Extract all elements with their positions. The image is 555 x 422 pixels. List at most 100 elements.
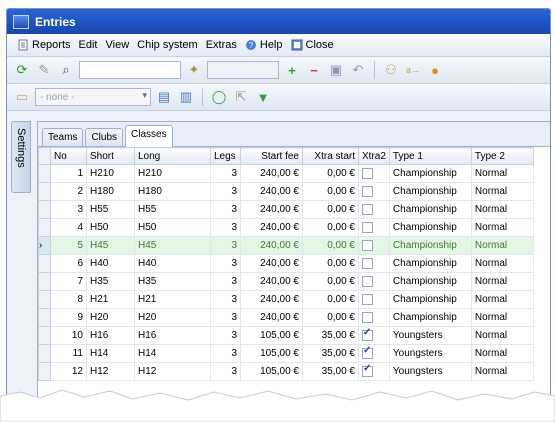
cell-legs[interactable]: 3: [210, 200, 241, 219]
xtra2-checkbox-cell[interactable]: [358, 344, 390, 363]
cell-short[interactable]: H45: [86, 236, 135, 255]
cell-legs[interactable]: 3: [210, 164, 241, 183]
cell-legs[interactable]: 3: [210, 362, 241, 381]
xtra2-checkbox-cell[interactable]: [358, 236, 390, 255]
row-selector[interactable]: [38, 290, 51, 309]
column-header[interactable]: Xtra2: [358, 147, 390, 165]
cell-no[interactable]: 8: [50, 290, 87, 309]
cell-short[interactable]: H210: [86, 164, 135, 183]
cell-xtra[interactable]: 35,00 €: [302, 326, 359, 345]
table-row[interactable]: 11H14H143105,00 €35,00 €YoungstersNormal: [38, 344, 534, 363]
cell-type2[interactable]: Normal: [470, 182, 534, 201]
cell-type1[interactable]: Championship: [388, 164, 472, 183]
cell-xtra[interactable]: 0,00 €: [302, 308, 359, 327]
cell-type2[interactable]: Normal: [470, 236, 534, 255]
cell-xtra[interactable]: 0,00 €: [302, 218, 359, 237]
column-header[interactable]: Type 2: [470, 147, 534, 165]
cell-type2[interactable]: Normal: [470, 326, 534, 345]
column-header[interactable]: No: [50, 147, 87, 165]
cell-xtra[interactable]: 0,00 €: [302, 164, 359, 183]
sort-icon[interactable]: a→: [404, 61, 422, 79]
cell-fee[interactable]: 240,00 €: [240, 236, 303, 255]
menu-extras[interactable]: Extras: [202, 39, 241, 51]
cell-xtra[interactable]: 0,00 €: [302, 254, 359, 273]
column-header[interactable]: Xtra start: [302, 147, 359, 165]
cell-fee[interactable]: 240,00 €: [240, 254, 303, 273]
xtra2-checkbox[interactable]: [362, 293, 373, 305]
cell-xtra[interactable]: 0,00 €: [302, 272, 359, 291]
table-row[interactable]: 8 H21 H21 3 240,00 €0,00 € Championship Normal: [38, 290, 534, 309]
title-bar[interactable]: Entries: [7, 9, 550, 34]
xtra2-checkbox[interactable]: [362, 185, 373, 197]
menu-help[interactable]: ? Help: [241, 39, 287, 51]
cell-legs[interactable]: 3: [210, 344, 241, 363]
cell-legs[interactable]: 3: [210, 272, 241, 291]
cell-long[interactable]: H45: [134, 236, 211, 255]
import-icon[interactable]: ▥: [177, 88, 195, 106]
cell-long[interactable]: H55: [134, 200, 211, 219]
tab-classes[interactable]: Classes: [125, 125, 173, 147]
table-row[interactable]: 4 H50 H50 3 240,00 €0,00 € Championship Normal: [38, 218, 534, 237]
menu-reports[interactable]: Reports: [13, 39, 75, 51]
cell-short[interactable]: H20: [86, 308, 135, 327]
cell-short[interactable]: H180: [86, 182, 135, 201]
row-selector[interactable]: [38, 272, 51, 291]
cell-legs[interactable]: 3: [210, 326, 241, 345]
search-options-icon[interactable]: ✦: [185, 61, 203, 79]
table-row[interactable]: 12H12H123105,00 €35,00 €YoungstersNormal: [38, 362, 534, 381]
cell-fee[interactable]: 240,00 €: [240, 164, 303, 183]
xtra2-checkbox[interactable]: [362, 346, 373, 359]
cell-type1[interactable]: Championship: [388, 290, 472, 309]
menu-chip-system[interactable]: Chip system: [133, 39, 202, 51]
cell-no[interactable]: 7: [50, 272, 87, 291]
cell-type1[interactable]: Championship: [388, 254, 472, 273]
cell-xtra[interactable]: 0,00 €: [302, 182, 359, 201]
table-row[interactable]: › 5 H45 H45 3 240,00 €0,00 € Championship Norma…: [38, 236, 534, 255]
xtra2-checkbox[interactable]: [362, 275, 373, 287]
cell-short[interactable]: H35: [86, 272, 135, 291]
tab-teams[interactable]: Teams: [42, 128, 84, 146]
cell-no[interactable]: 3: [50, 200, 87, 219]
save-icon[interactable]: ▣: [327, 61, 345, 79]
xtra2-checkbox[interactable]: [362, 167, 373, 179]
row-selector[interactable]: [38, 308, 51, 327]
cell-short[interactable]: H16: [86, 326, 135, 345]
cell-type1[interactable]: Championship: [388, 236, 472, 255]
column-header[interactable]: Long: [134, 147, 211, 165]
cell-no[interactable]: 6: [50, 254, 87, 273]
row-selector[interactable]: [38, 254, 51, 273]
filter-icon[interactable]: ▼: [254, 88, 272, 106]
cell-no[interactable]: 9: [50, 308, 87, 327]
cell-xtra[interactable]: 0,00 €: [302, 236, 359, 255]
xtra2-checkbox[interactable]: [362, 257, 373, 269]
cell-no[interactable]: 2: [50, 182, 87, 201]
cell-fee[interactable]: 240,00 €: [240, 290, 303, 309]
cell-legs[interactable]: 3: [210, 182, 241, 201]
xtra2-checkbox[interactable]: [362, 203, 373, 215]
xtra2-checkbox-cell[interactable]: [358, 164, 390, 183]
cell-long[interactable]: H40: [134, 254, 211, 273]
menu-edit[interactable]: Edit: [75, 39, 102, 51]
cell-no[interactable]: 5: [50, 236, 87, 255]
cell-legs[interactable]: 3: [210, 236, 241, 255]
xtra2-checkbox-cell[interactable]: [358, 272, 390, 291]
cell-type2[interactable]: Normal: [470, 254, 534, 273]
cell-fee[interactable]: 240,00 €: [240, 308, 303, 327]
cell-xtra[interactable]: 35,00 €: [302, 362, 359, 381]
cell-short[interactable]: H50: [86, 218, 135, 237]
menu-close[interactable]: Close: [287, 39, 338, 51]
tab-clubs[interactable]: Clubs: [85, 128, 124, 146]
settings-side-tab[interactable]: Settings: [11, 121, 31, 193]
cell-long[interactable]: H14: [134, 344, 211, 363]
flow-icon[interactable]: ⇱: [232, 88, 250, 106]
row-selector[interactable]: [38, 326, 51, 345]
cell-xtra[interactable]: 35,00 €: [302, 344, 359, 363]
cell-xtra[interactable]: 0,00 €: [302, 200, 359, 219]
row-selector[interactable]: [38, 164, 51, 183]
column-header[interactable]: Start fee: [240, 147, 303, 165]
xtra2-checkbox[interactable]: [362, 311, 373, 323]
cell-legs[interactable]: 3: [210, 308, 241, 327]
cell-short[interactable]: H12: [86, 362, 135, 381]
cell-legs[interactable]: 3: [210, 254, 241, 273]
table-row[interactable]: 2 H180 H180 3 240,00 €0,00 € Championship Norm…: [38, 182, 534, 201]
